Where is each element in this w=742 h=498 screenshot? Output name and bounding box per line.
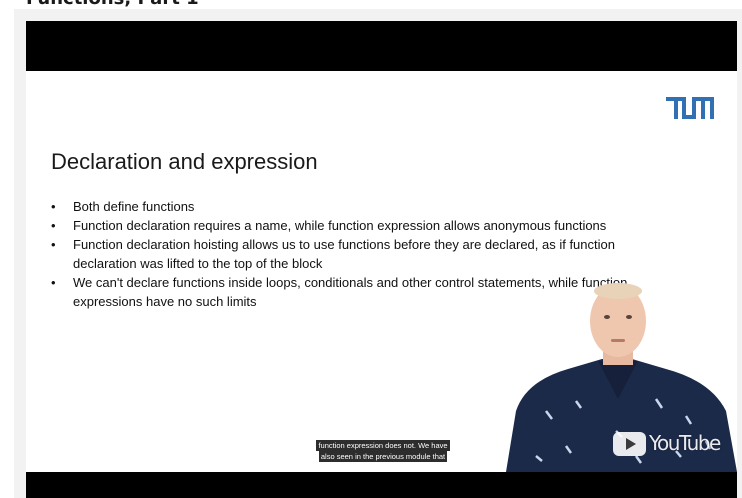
subtitle-caption: function expression does not. We have al… — [303, 440, 463, 462]
caption-line-2: also seen in the previous module that — [318, 451, 448, 462]
slide: Declaration and expression Both define f… — [26, 71, 737, 472]
page-heading: Functions, Part 1 — [26, 0, 199, 9]
youtube-wordmark: YouTube — [649, 431, 721, 455]
bullet-item: Both define functions — [51, 197, 671, 216]
bullet-item: Function declaration hoisting allows us … — [51, 235, 671, 273]
tum-logo — [666, 97, 714, 119]
caption-line-1: function expression does not. We have — [316, 440, 450, 451]
slide-title: Declaration and expression — [51, 149, 318, 174]
bullet-item: Function declaration requires a name, wh… — [51, 216, 671, 235]
video-player[interactable]: Declaration and expression Both define f… — [26, 21, 737, 498]
youtube-play-icon — [613, 432, 646, 456]
youtube-logo[interactable]: YouTube — [613, 431, 725, 457]
